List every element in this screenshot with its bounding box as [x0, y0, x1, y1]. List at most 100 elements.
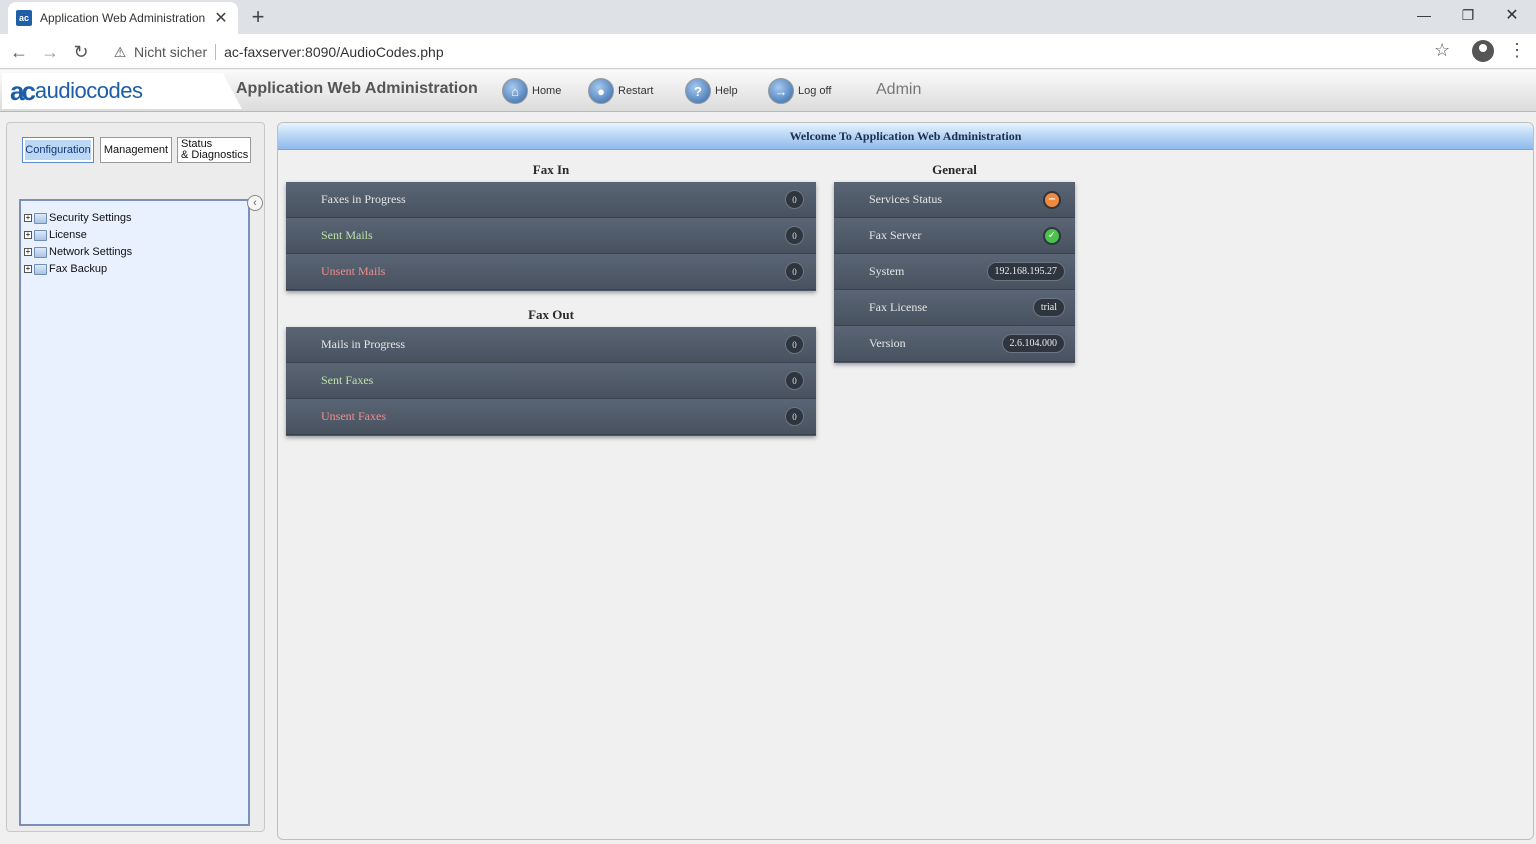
close-window-icon[interactable]: ✕	[1490, 0, 1534, 30]
unsent-faxes-row[interactable]: Unsent Faxes 0	[286, 399, 816, 435]
restart-button[interactable]: ● Restart	[588, 76, 653, 106]
general-panel: Services Status − Fax Server ✓ System 19…	[834, 182, 1075, 363]
unsent-mails-row[interactable]: Unsent Mails 0	[286, 254, 816, 290]
expand-icon[interactable]: +	[24, 265, 32, 273]
restore-icon[interactable]: ❐	[1446, 0, 1490, 30]
audiocodes-logo: ac audiocodes	[2, 73, 242, 109]
sent-faxes-row[interactable]: Sent Faxes 0	[286, 363, 816, 399]
bookmark-star-icon[interactable]: ☆	[1434, 40, 1450, 61]
count-badge: 0	[785, 335, 804, 354]
home-label: Home	[532, 85, 562, 97]
row-label: Sent Faxes	[321, 373, 374, 387]
main-panel: Welcome To Application Web Administratio…	[277, 122, 1534, 840]
browser-tabstrip: ac Application Web Administration ✕ + — …	[0, 0, 1536, 34]
row-label: Fax License	[869, 300, 928, 314]
row-label: Fax Server	[869, 228, 922, 242]
tab-management-label: Management	[103, 143, 169, 156]
count-badge: 0	[785, 226, 804, 245]
logoff-button[interactable]: → Log off	[768, 76, 831, 106]
row-label: Faxes in Progress	[321, 192, 406, 206]
faxes-in-progress-row[interactable]: Faxes in Progress 0	[286, 182, 816, 218]
tab-configuration[interactable]: Configuration	[22, 137, 94, 163]
browser-tab[interactable]: ac Application Web Administration ✕	[8, 2, 238, 34]
services-status-row[interactable]: Services Status −	[834, 182, 1075, 218]
value-badge: 192.168.195.27	[986, 262, 1065, 281]
restart-label: Restart	[618, 85, 654, 97]
row-label: Services Status	[869, 192, 942, 206]
tab-status-diagnostics[interactable]: Status & Diagnostics	[177, 137, 251, 163]
sent-mails-row[interactable]: Sent Mails 0	[286, 218, 816, 254]
url-text[interactable]: ac-faxserver:8090/AudioCodes.php	[224, 44, 443, 60]
fax-server-row[interactable]: Fax Server ✓	[834, 218, 1075, 254]
profile-icon[interactable]	[1472, 40, 1494, 62]
expand-icon[interactable]: +	[24, 248, 32, 256]
help-label: Help	[715, 85, 738, 97]
tree-item-license[interactable]: + License	[24, 227, 87, 243]
fax-in-title: Fax In	[532, 162, 570, 177]
navigation-tree: + Security Settings + License + Network …	[19, 199, 250, 826]
tab-status-label-2: & Diagnostics	[181, 149, 249, 161]
restart-icon: ●	[588, 78, 614, 104]
mails-in-progress-row[interactable]: Mails in Progress 0	[286, 327, 816, 363]
tab-configuration-label: Configuration	[25, 143, 91, 156]
app-title: Application Web Administration	[236, 80, 478, 97]
favicon-icon: ac	[16, 10, 32, 26]
count-badge: 0	[785, 407, 804, 426]
tree-label: Network Settings	[49, 246, 133, 258]
row-label: System	[869, 264, 905, 278]
user-label: Admin	[876, 81, 922, 98]
count-badge: 0	[785, 371, 804, 390]
expand-icon[interactable]: +	[24, 231, 32, 239]
row-label: Unsent Mails	[321, 264, 386, 278]
app-header: ac audiocodes Application Web Administra…	[0, 70, 1536, 112]
tree-item-security-settings[interactable]: + Security Settings	[24, 210, 132, 226]
collapse-panel-icon[interactable]: ‹	[247, 195, 263, 211]
fax-out-panel: Mails in Progress 0 Sent Faxes 0 Unsent …	[286, 327, 816, 436]
fax-license-row[interactable]: Fax License trial	[834, 290, 1075, 326]
system-row[interactable]: System 192.168.195.27	[834, 254, 1075, 290]
folder-icon	[34, 246, 47, 258]
check-circle-icon: ✓	[1043, 226, 1061, 245]
general-title: General	[932, 162, 977, 177]
help-icon: ?	[685, 78, 711, 104]
value-badge: trial	[1032, 298, 1065, 317]
tree-item-fax-backup[interactable]: + Fax Backup	[24, 261, 107, 277]
folder-icon	[34, 229, 47, 241]
row-label: Unsent Faxes	[321, 409, 386, 423]
folder-icon	[34, 263, 47, 275]
reload-icon[interactable]: ↻	[68, 39, 94, 65]
fax-out-title: Fax Out	[528, 307, 574, 322]
new-tab-button[interactable]: +	[246, 5, 270, 29]
home-icon: ⌂	[502, 78, 528, 104]
minimize-icon[interactable]: —	[1402, 0, 1446, 30]
fax-in-panel: Faxes in Progress 0 Sent Mails 0 Unsent …	[286, 182, 816, 291]
forward-icon[interactable]: →	[37, 39, 63, 65]
count-badge: 0	[785, 262, 804, 281]
logo-mark: ac	[10, 75, 36, 106]
tree-label: Security Settings	[49, 212, 132, 224]
row-label: Mails in Progress	[321, 337, 405, 351]
close-tab-icon[interactable]: ✕	[212, 8, 230, 28]
welcome-banner: Welcome To Application Web Administratio…	[278, 123, 1533, 150]
logoff-label: Log off	[798, 85, 832, 97]
address-bar[interactable]: ⚠ Nicht sicher ac-faxserver:8090/AudioCo…	[104, 38, 1464, 66]
warning-icon[interactable]: ⚠	[112, 44, 128, 60]
row-label: Version	[869, 336, 906, 350]
tree-label: License	[49, 229, 87, 241]
home-button[interactable]: ⌂ Home	[502, 76, 561, 106]
back-icon[interactable]: ←	[6, 39, 32, 65]
key-icon: →	[768, 78, 794, 104]
tab-management[interactable]: Management	[100, 137, 172, 163]
not-secure-label[interactable]: Nicht sicher	[134, 44, 207, 60]
help-button[interactable]: ? Help	[685, 76, 738, 106]
tree-item-network-settings[interactable]: + Network Settings	[24, 244, 132, 260]
folder-icon	[34, 212, 47, 224]
left-panel: Configuration Management Status & Diagno…	[6, 122, 265, 832]
version-row[interactable]: Version 2.6.104.000	[834, 326, 1075, 362]
browser-menu-icon[interactable]: ⋮	[1508, 40, 1526, 61]
value-badge: 2.6.104.000	[1001, 334, 1065, 353]
browser-toolbar: ← → ↻ ⚠ Nicht sicher ac-faxserver:8090/A…	[0, 34, 1536, 69]
tree-label: Fax Backup	[49, 263, 108, 275]
expand-icon[interactable]: +	[24, 214, 32, 222]
count-badge: 0	[785, 190, 804, 209]
